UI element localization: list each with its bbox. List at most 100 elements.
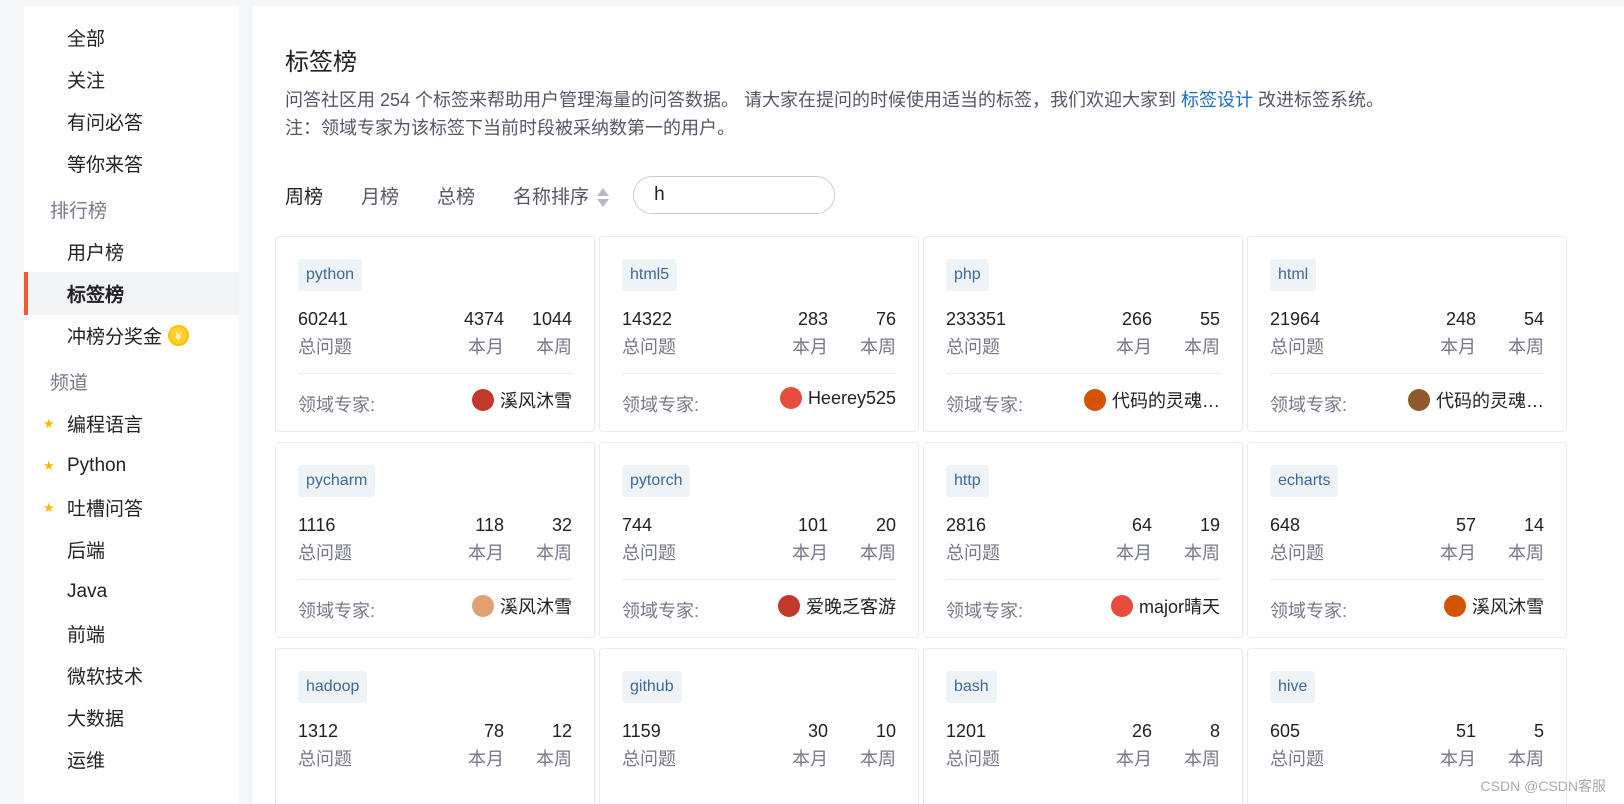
expert-name: 溪风沐雪: [500, 391, 572, 411]
tab-month[interactable]: 月榜: [361, 182, 399, 209]
rank-tabs: 周榜 月榜 总榜 名称排序: [285, 176, 836, 214]
description-text-end: 改进标签系统。: [1253, 90, 1385, 110]
expert-user[interactable]: 溪风沐雪: [1444, 593, 1544, 619]
sidebar-item-bonus[interactable]: 冲榜分奖金 ¥: [24, 314, 239, 357]
month-label: 本月: [1116, 543, 1152, 563]
tag-chip[interactable]: pycharm: [298, 465, 376, 497]
card-divider: [622, 579, 896, 580]
expert-name: 代码的灵魂…: [1112, 391, 1220, 411]
sidebar-item-python[interactable]: ★ Python: [24, 444, 239, 487]
sidebar-item-label: 大数据: [67, 709, 125, 730]
expert-label: 领域专家:: [622, 601, 700, 621]
month-label: 本月: [468, 543, 504, 563]
sidebar: 全部 关注 有问必答 等你来答 排行榜 用户榜 标签榜 冲榜分奖金 ¥ 频道 ★ 编…: [24, 6, 239, 804]
tag-design-link[interactable]: 标签设计: [1181, 90, 1253, 110]
week-count: 54: [1523, 309, 1544, 329]
sidebar-item-backend[interactable]: 后端: [24, 528, 239, 571]
total-questions-label: 总问题: [1270, 337, 1324, 357]
tag-search-input[interactable]: [633, 176, 836, 214]
description-text: 问答社区用 254 个标签来帮助用户管理海量的问答数据。 请大家在提问的时候使用…: [285, 90, 1182, 110]
avatar: [779, 387, 802, 409]
expert-user[interactable]: 代码的灵魂…: [1408, 387, 1544, 413]
expert-label: 领域专家:: [946, 601, 1024, 621]
sidebar-item-must-answer[interactable]: 有问必答: [24, 100, 239, 143]
total-questions-label: 总问题: [1270, 543, 1324, 563]
sidebar-item-label: 标签榜: [67, 285, 125, 306]
month-label: 本月: [1116, 749, 1152, 769]
total-questions-label: 总问题: [1270, 749, 1324, 769]
card-divider: [946, 579, 1220, 580]
month-count: 4374: [463, 309, 504, 329]
tab-total[interactable]: 总榜: [437, 182, 475, 209]
expert-user[interactable]: 代码的灵魂…: [1084, 387, 1220, 413]
star-icon: ★: [43, 499, 55, 515]
expert-user[interactable]: 溪风沐雪: [472, 593, 572, 619]
week-count: 55: [1199, 309, 1220, 329]
tag-chip[interactable]: pytorch: [622, 465, 691, 497]
tag-chip[interactable]: bash: [946, 671, 997, 703]
expert-user[interactable]: 溪风沐雪: [472, 387, 572, 413]
tag-chip[interactable]: hive: [1270, 671, 1316, 703]
sidebar-item-java[interactable]: Java: [24, 570, 239, 613]
sidebar-item-frontend[interactable]: 前端: [24, 612, 239, 655]
week-label: 本周: [1508, 543, 1544, 563]
sidebar-item-ops[interactable]: 运维: [24, 738, 239, 781]
expert-label: 领域专家:: [622, 395, 700, 415]
sidebar-item-label: 运维: [67, 751, 106, 772]
tag-chip[interactable]: php: [946, 259, 989, 291]
tag-card: echarts 648 57 14 总问题 本月 本周 领域专家: 溪风沐雪: [1247, 442, 1567, 638]
sidebar-item-label: Java: [67, 580, 108, 602]
month-count: 266: [1121, 309, 1152, 329]
sidebar-item-all[interactable]: 全部: [24, 16, 239, 59]
sidebar-item-label: 冲榜分奖金: [67, 327, 163, 348]
tag-chip[interactable]: http: [946, 465, 989, 497]
total-questions-count: 605: [1270, 721, 1301, 741]
tab-name-sort[interactable]: 名称排序: [513, 182, 633, 209]
expert-user[interactable]: Heerey525: [779, 387, 896, 409]
week-count: 10: [875, 721, 896, 741]
month-count: 78: [483, 721, 504, 741]
total-questions-count: 21964: [1270, 309, 1321, 329]
tag-chip[interactable]: echarts: [1270, 465, 1339, 497]
expert-label: 领域专家:: [298, 395, 376, 415]
coin-icon: ¥: [168, 325, 190, 346]
sidebar-item-complaints[interactable]: ★ 吐槽问答: [24, 486, 239, 529]
tag-card: bash 1201 26 8 总问题 本月 本周: [923, 648, 1243, 804]
sidebar-item-label: 有问必答: [67, 113, 144, 134]
total-questions-count: 14322: [622, 309, 673, 329]
tag-chip[interactable]: hadoop: [298, 671, 368, 703]
week-count: 12: [551, 721, 572, 741]
sidebar-item-microsoft[interactable]: 微软技术: [24, 654, 239, 697]
expert-user[interactable]: 爱晚乏客游: [778, 593, 896, 619]
sidebar-item-label: 前端: [67, 625, 106, 646]
sidebar-item-programming-language[interactable]: ★ 编程语言: [24, 402, 239, 445]
sidebar-item-tag-rank[interactable]: 标签榜: [24, 272, 239, 315]
sidebar-item-bigdata[interactable]: 大数据: [24, 696, 239, 739]
month-count: 118: [475, 515, 504, 535]
week-label: 本周: [1184, 543, 1220, 563]
tag-chip[interactable]: python: [298, 259, 363, 291]
sidebar-item-waiting-answer[interactable]: 等你来答: [24, 142, 239, 185]
avatar: [472, 595, 494, 617]
week-count: 1044: [531, 309, 572, 329]
total-questions-label: 总问题: [946, 749, 1000, 769]
description-note: 注：领域专家为该标签下当前时段被采纳数第一的用户。: [285, 118, 735, 138]
tag-chip[interactable]: html: [1270, 259, 1317, 291]
total-questions-count: 2816: [946, 515, 987, 535]
total-questions-count: 1159: [622, 721, 661, 741]
card-divider: [622, 373, 896, 374]
sidebar-item-user-rank[interactable]: 用户榜: [24, 230, 239, 273]
page-title: 标签榜: [285, 49, 357, 76]
expert-label: 领域专家:: [1270, 395, 1348, 415]
month-count: 248: [1445, 309, 1476, 329]
sidebar-item-follow[interactable]: 关注: [24, 58, 239, 101]
star-icon: ★: [43, 415, 55, 431]
expert-user[interactable]: major晴天: [1110, 593, 1220, 619]
tag-chip[interactable]: github: [622, 671, 682, 703]
expert-name: 代码的灵魂…: [1436, 391, 1544, 411]
tag-chip[interactable]: html5: [622, 259, 678, 291]
expert-label: 领域专家:: [298, 601, 376, 621]
tab-week[interactable]: 周榜: [285, 182, 323, 209]
week-label: 本周: [536, 543, 572, 563]
week-label: 本周: [860, 543, 896, 563]
